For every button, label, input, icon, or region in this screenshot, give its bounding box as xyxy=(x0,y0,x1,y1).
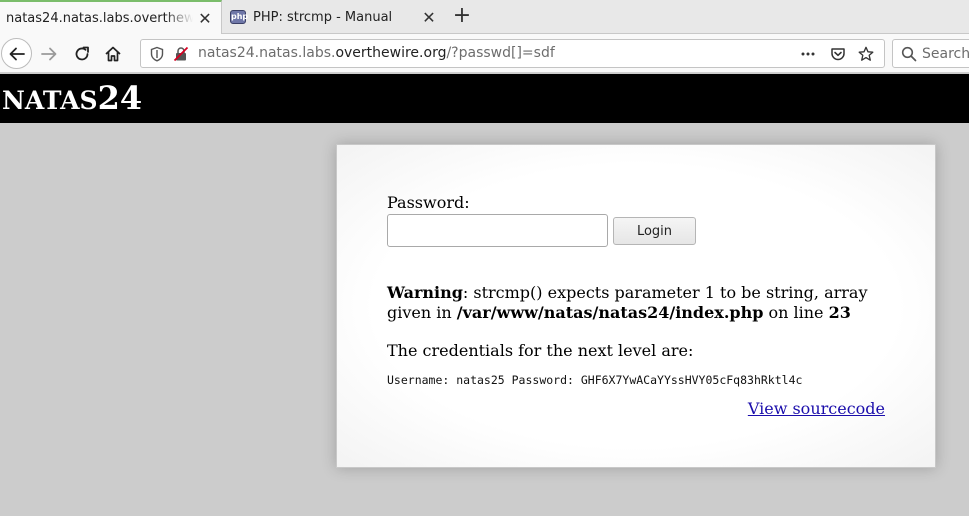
warning-line-number: 23 xyxy=(828,303,851,322)
url-text: natas24.natas.labs.overthewire.org/?pass… xyxy=(198,45,555,61)
url-path: /?passwd[]=sdf xyxy=(446,45,555,61)
arrow-right-icon xyxy=(41,47,57,61)
warning-text-line: on line xyxy=(763,303,829,322)
back-button[interactable] xyxy=(1,38,32,69)
forward-button[interactable] xyxy=(35,40,63,68)
shield-icon[interactable] xyxy=(149,46,165,62)
php-favicon-icon: php xyxy=(230,10,248,24)
insecure-lock-icon[interactable] xyxy=(173,46,189,62)
home-button[interactable] xyxy=(99,40,127,68)
home-icon xyxy=(105,46,121,62)
pocket-icon[interactable] xyxy=(830,46,846,62)
arrow-left-icon xyxy=(9,47,25,60)
page-actions-menu-icon[interactable] xyxy=(800,46,816,62)
tab-title: PHP: strcmp - Manual xyxy=(253,9,393,25)
page-title: NATAS24 xyxy=(2,79,142,117)
url-domain: overthewire.org xyxy=(335,45,447,61)
search-input[interactable]: Search xyxy=(892,39,969,68)
url-subdomain: natas24.natas.labs. xyxy=(198,45,336,61)
title-number: 24 xyxy=(97,79,143,117)
address-bar[interactable]: natas24.natas.labs.overthewire.org/?pass… xyxy=(140,39,885,68)
login-button[interactable]: Login xyxy=(613,217,696,245)
warning-label: Warning xyxy=(387,283,463,302)
tab-natas24[interactable]: natas24.natas.labs.overthewire.org ✕ xyxy=(0,0,222,34)
site-header: NATAS24 xyxy=(0,74,969,123)
tab-strip: natas24.natas.labs.overthewire.org ✕ php… xyxy=(0,0,969,34)
close-tab-icon[interactable]: ✕ xyxy=(193,9,217,28)
tab-php-strcmp[interactable]: php PHP: strcmp - Manual ✕ xyxy=(223,0,445,34)
content-card: Password: Login Warning: strcmp() expect… xyxy=(336,144,936,468)
password-label: Password: xyxy=(387,193,470,212)
warning-file-path: /var/www/natas/natas24/index.php xyxy=(456,303,764,322)
view-sourcecode-link[interactable]: View sourcecode xyxy=(748,399,885,418)
new-tab-plus-icon[interactable]: + xyxy=(452,3,472,29)
credentials-heading: The credentials for the next level are: xyxy=(387,341,694,360)
title-prefix: NATAS xyxy=(2,86,98,115)
reload-icon xyxy=(75,46,89,61)
credentials-text: Username: natas25 Password: GHF6X7YwACaY… xyxy=(387,373,803,387)
search-placeholder: Search xyxy=(922,46,969,62)
php-warning-message: Warning: strcmp() expects parameter 1 to… xyxy=(387,283,897,323)
bookmark-star-icon[interactable] xyxy=(858,46,874,62)
tab-title: natas24.natas.labs.overthewire.org xyxy=(6,10,193,26)
search-icon xyxy=(901,46,917,62)
close-tab-icon[interactable]: ✕ xyxy=(417,8,441,27)
navigation-toolbar: natas24.natas.labs.overthewire.org/?pass… xyxy=(0,34,969,73)
reload-button[interactable] xyxy=(68,40,96,68)
password-input[interactable] xyxy=(387,214,608,247)
